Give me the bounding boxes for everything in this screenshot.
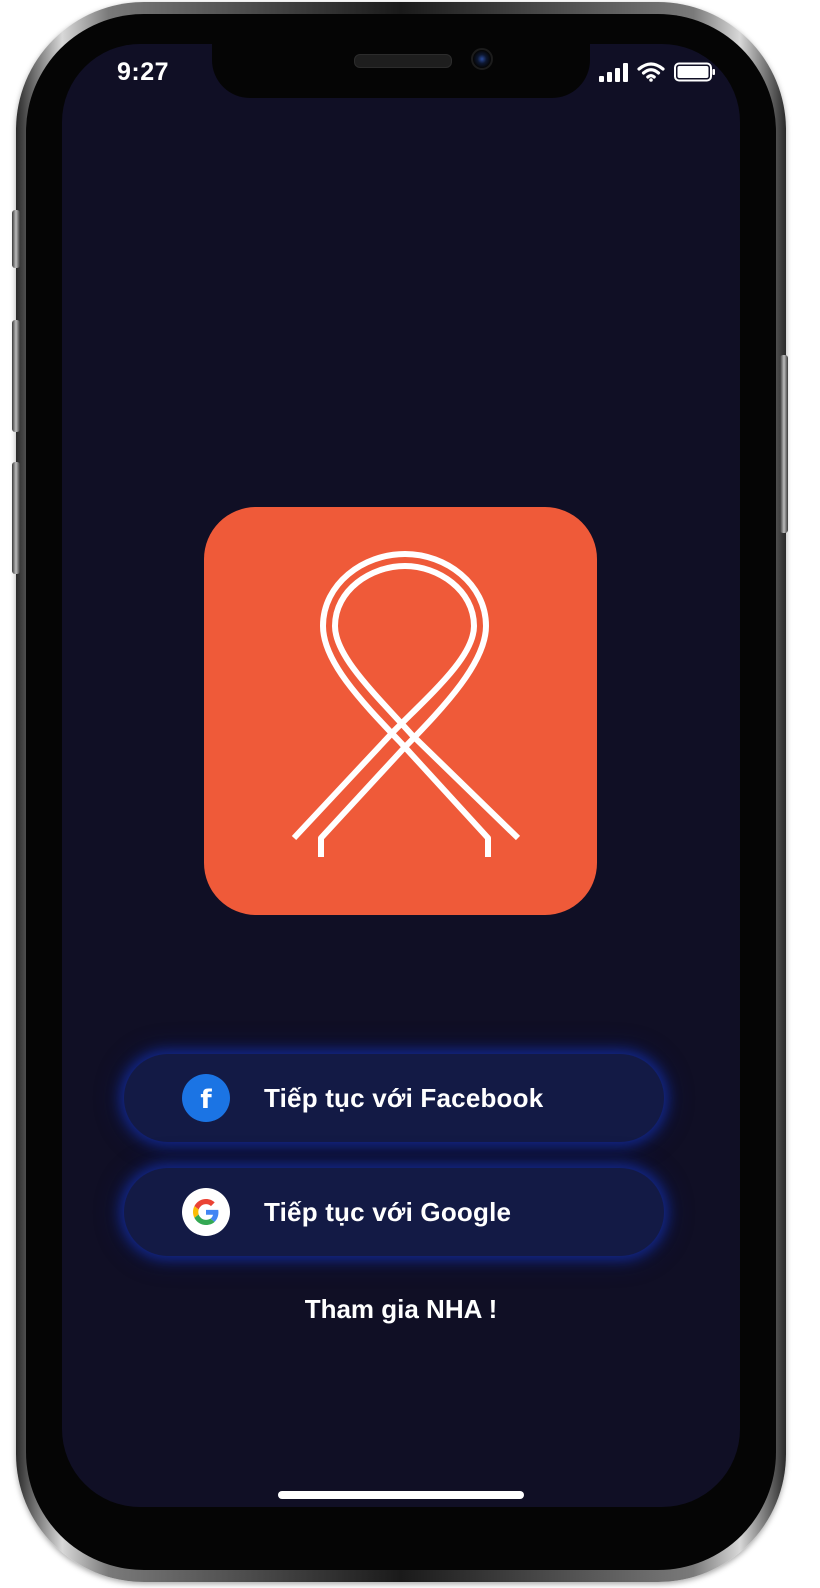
notch (212, 44, 590, 98)
facebook-login-label: Tiếp tục với Facebook (264, 1082, 544, 1113)
google-login-label: Tiếp tục với Google (264, 1196, 512, 1227)
app-logo (204, 507, 597, 915)
cellular-signal-icon (599, 62, 628, 82)
status-icons (599, 62, 716, 82)
battery-icon (674, 62, 715, 82)
facebook-icon: f (182, 1074, 230, 1122)
silent-switch (12, 210, 20, 268)
google-login-button[interactable]: Tiếp tục với Google (124, 1168, 664, 1256)
app-screen: 9:27 f Tiếp tục với Facebook Tiếp tục vớ… (62, 44, 740, 1507)
wifi-icon (637, 62, 665, 82)
status-time: 9:27 (117, 58, 170, 86)
google-icon (182, 1188, 230, 1236)
front-camera (471, 48, 493, 70)
join-link[interactable]: Tham gia NHA ! (62, 1294, 740, 1325)
awareness-ribbon-icon (291, 551, 521, 857)
device-mockup: 9:27 f Tiếp tục với Facebook Tiếp tục vớ… (0, 0, 820, 1588)
power-button (780, 355, 788, 533)
facebook-login-button[interactable]: f Tiếp tục với Facebook (124, 1054, 664, 1142)
home-indicator[interactable] (278, 1491, 524, 1499)
volume-down-button (12, 462, 20, 574)
earpiece-speaker (354, 54, 452, 68)
volume-up-button (12, 320, 20, 432)
